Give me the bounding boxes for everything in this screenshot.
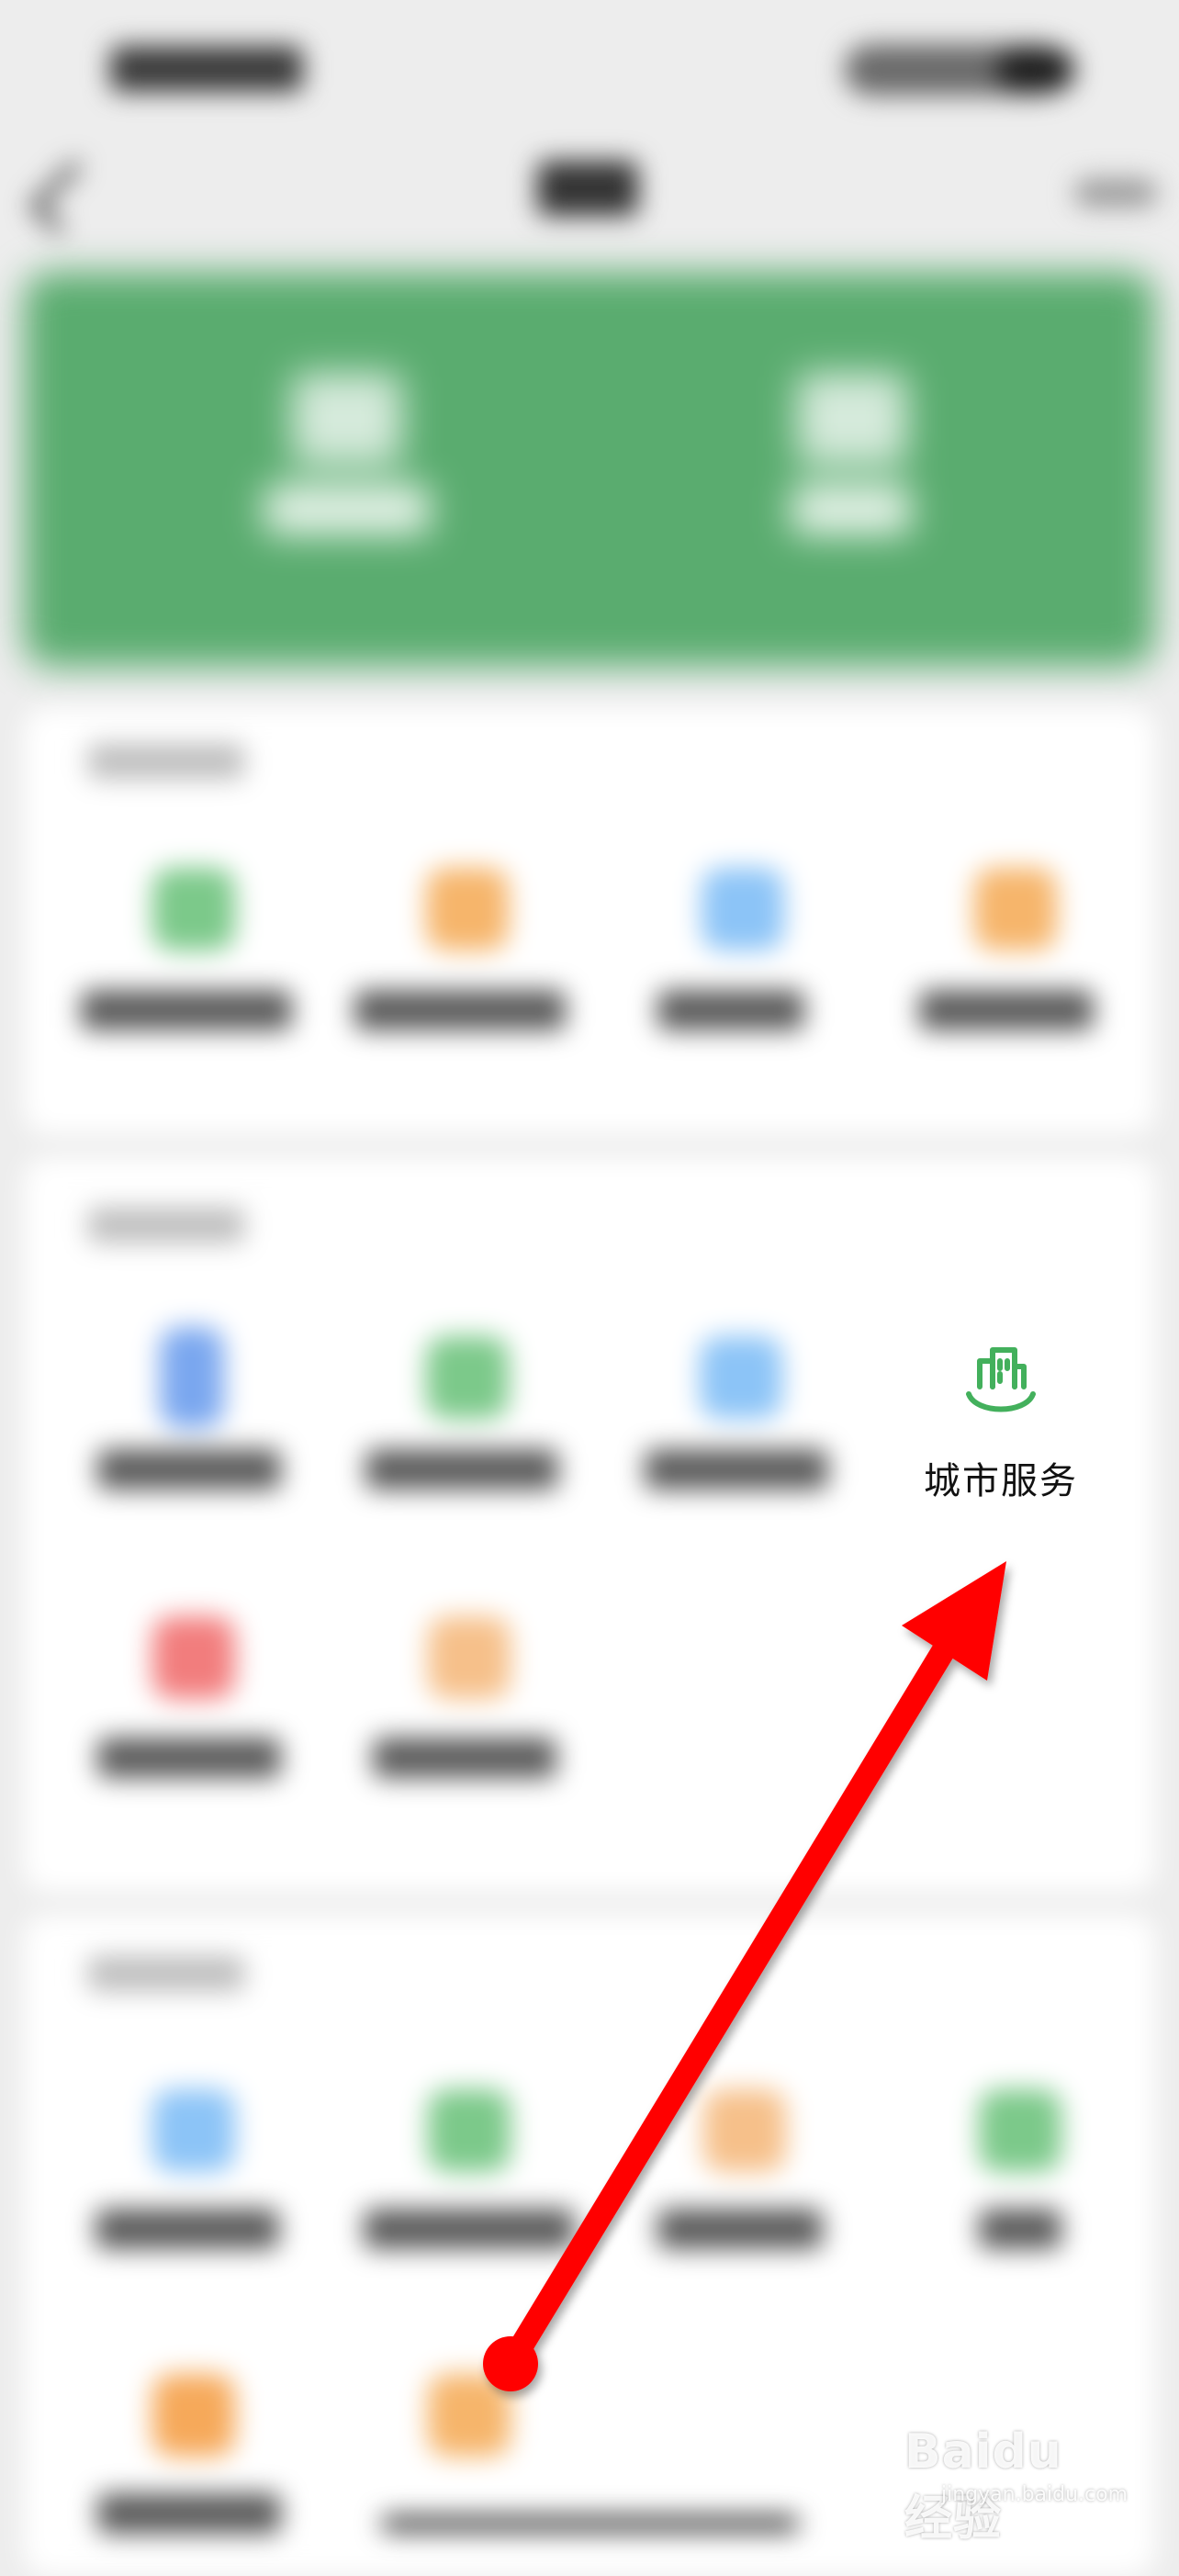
service-label — [97, 2493, 281, 2534]
service-label — [645, 1449, 828, 1490]
service-icon[interactable] — [152, 2089, 235, 2172]
service-label — [919, 990, 1094, 1030]
city-service-label: 城市服务 — [924, 1460, 1078, 1502]
service-icon[interactable] — [703, 2089, 786, 2172]
service-icon[interactable] — [152, 2374, 235, 2457]
service-icon[interactable] — [428, 2374, 511, 2457]
service-icon[interactable] — [979, 2089, 1061, 2172]
service-label — [657, 2209, 823, 2249]
city-service-item[interactable]: 城市服务 — [881, 1313, 1120, 1534]
service-label — [373, 1738, 556, 1778]
wallet-banner — [24, 272, 1155, 667]
page-title — [537, 161, 638, 216]
service-icon[interactable] — [152, 1616, 235, 1699]
back-arrow-icon[interactable] — [28, 160, 104, 235]
service-icon[interactable] — [152, 868, 235, 951]
battery-icon — [996, 48, 1074, 92]
service-icon[interactable] — [428, 2089, 511, 2172]
service-label — [364, 2209, 575, 2249]
status-time — [110, 46, 303, 92]
city-buildings-icon — [966, 1347, 1036, 1412]
banner-label-right — [792, 485, 911, 534]
section-title — [88, 1956, 244, 1991]
service-icon[interactable] — [426, 868, 509, 951]
services-card-1 — [24, 707, 1155, 1134]
service-icon[interactable] — [428, 1616, 511, 1699]
service-label — [657, 990, 804, 1030]
service-label — [97, 1738, 281, 1778]
service-label — [365, 1449, 558, 1490]
service-label — [97, 1449, 281, 1490]
home-indicator — [381, 2516, 799, 2531]
more-options-icon[interactable] — [1074, 179, 1157, 207]
service-label — [979, 2209, 1061, 2249]
service-label — [81, 990, 292, 1030]
scan-icon[interactable] — [292, 373, 402, 465]
service-icon[interactable] — [700, 1336, 782, 1419]
service-icon[interactable] — [426, 1336, 509, 1419]
service-label — [354, 990, 566, 1030]
service-icon[interactable] — [702, 868, 784, 951]
banner-label-left — [264, 485, 430, 534]
section-title — [88, 744, 244, 779]
service-icon[interactable] — [160, 1327, 224, 1428]
baidu-jingyan-watermark: Baidu 经验 jingyan.baidu.com — [904, 2424, 1128, 2547]
service-icon[interactable] — [974, 868, 1057, 951]
wallet-icon[interactable] — [797, 373, 907, 465]
service-label — [95, 2209, 279, 2249]
section-title — [88, 1208, 244, 1243]
